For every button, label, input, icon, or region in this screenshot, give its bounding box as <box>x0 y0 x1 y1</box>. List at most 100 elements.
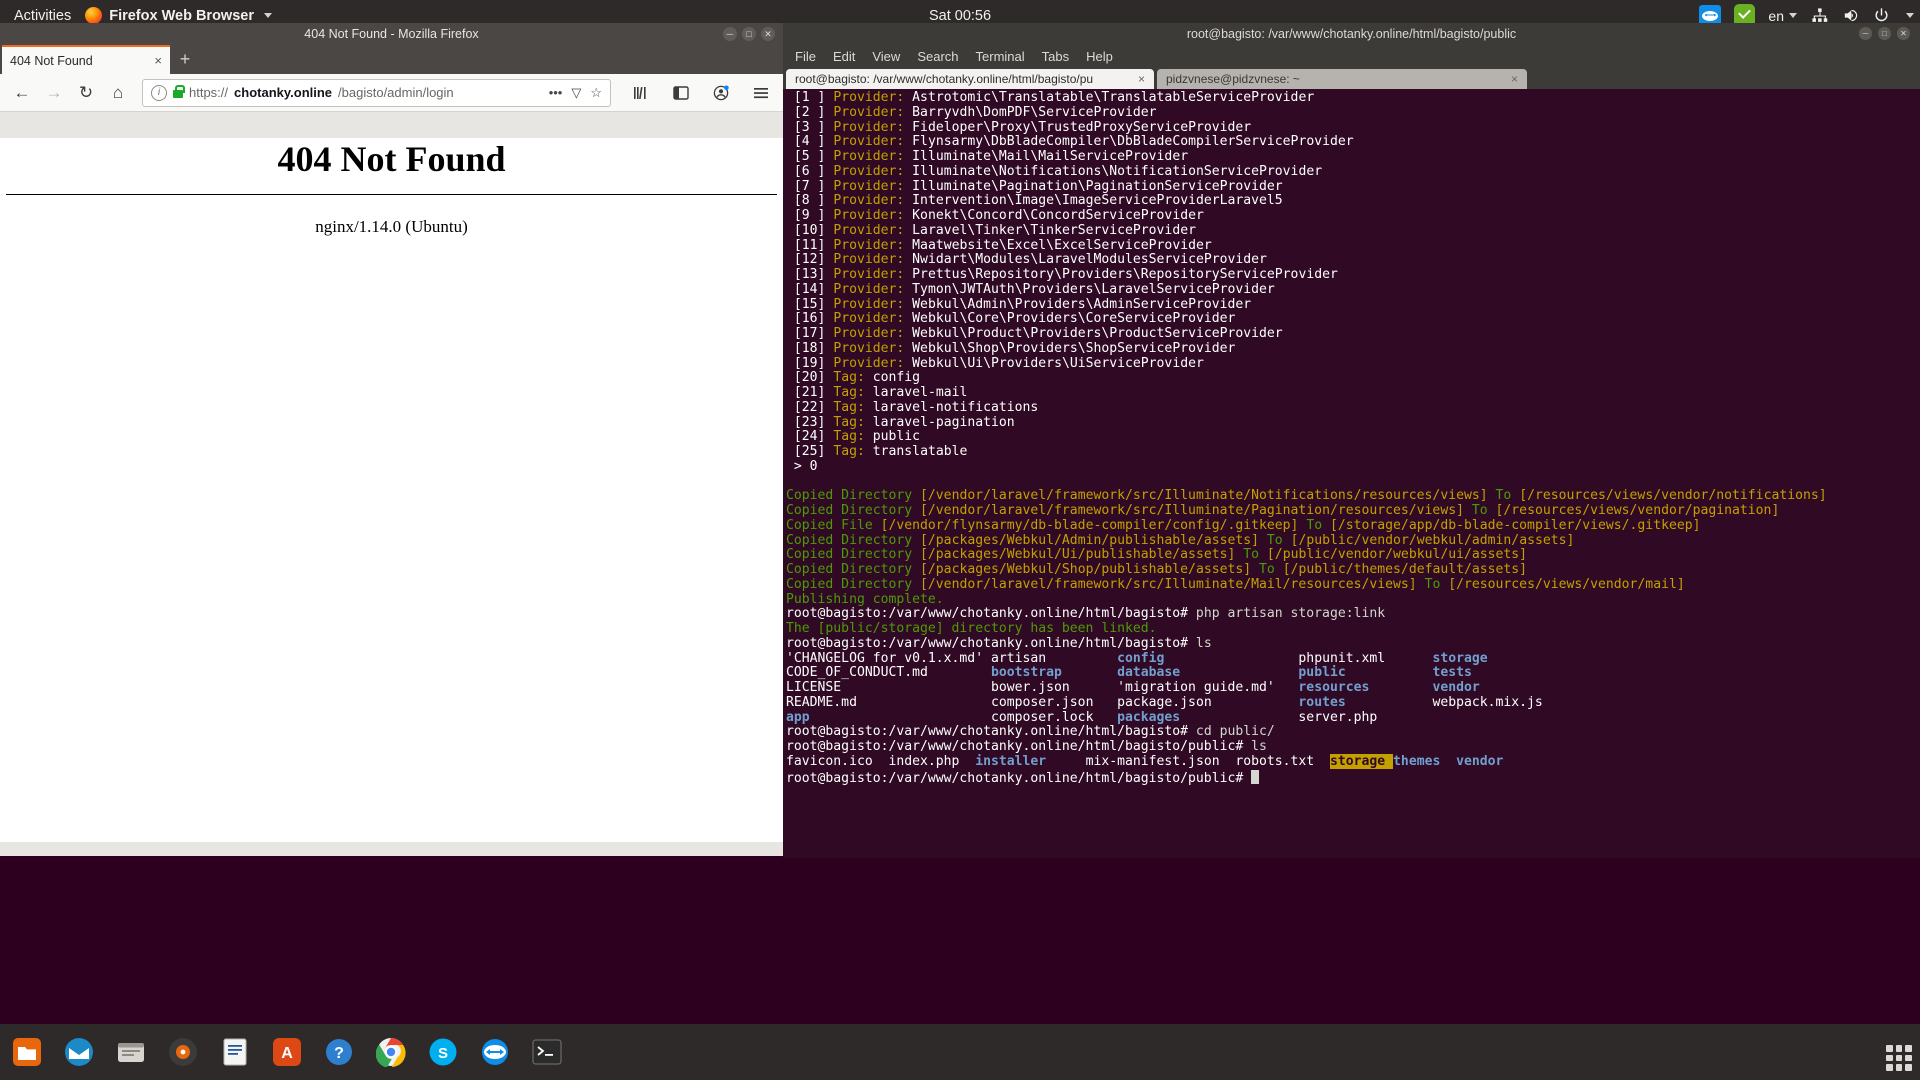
dock-item-thunderbird[interactable] <box>58 1031 100 1073</box>
reader-mode-icon[interactable]: ▽ <box>571 85 581 101</box>
maximize-button[interactable]: □ <box>742 27 756 41</box>
terminal-window-controls: ─ □ ✕ <box>1859 27 1910 40</box>
url-bar[interactable]: i https:// chotanky.online/bagisto/admin/… <box>142 78 611 107</box>
terminal-tab-pidzvnese[interactable]: pidzvnese@pidzvnese: ~ × <box>1157 69 1527 89</box>
menu-file[interactable]: File <box>795 49 816 64</box>
hamburger-menu-icon[interactable] <box>747 79 775 107</box>
minimize-button[interactable]: ─ <box>1859 27 1872 40</box>
terminal-command-line: root@bagisto:/var/www/chotanky.online/ht… <box>786 724 1275 740</box>
account-icon[interactable] <box>707 79 735 107</box>
terminal-provider-line: [8 ] Provider: Intervention\Image\ImageS… <box>793 193 1283 209</box>
power-icon[interactable] <box>1872 7 1890 25</box>
show-applications-icon[interactable] <box>1886 1045 1912 1071</box>
back-button[interactable]: ← <box>8 79 36 107</box>
page-title: 404 Not Found <box>277 139 506 179</box>
page-actions-icon[interactable]: ••• <box>549 85 563 100</box>
firefox-icon <box>85 7 103 24</box>
dock-item-ubuntu-software[interactable]: A <box>266 1031 308 1073</box>
terminal-copied-line: Copied Directory [/packages/Webkul/Admin… <box>786 532 1575 548</box>
terminal-tab-bagisto[interactable]: root@bagisto: /var/www/chotanky.online/h… <box>786 69 1154 89</box>
terminal-provider-line: [7 ] Provider: Illuminate\Pagination\Pag… <box>793 178 1283 194</box>
new-tab-button[interactable]: + <box>170 45 200 74</box>
dock-item-skype[interactable]: S <box>422 1031 464 1073</box>
url-path: /bagisto/admin/login <box>338 85 454 100</box>
terminal-provider-line: [18] Provider: Webkul\Shop\Providers\Sho… <box>793 340 1236 356</box>
terminal-command-line: root@bagisto:/var/www/chotanky.online/ht… <box>786 739 1267 754</box>
minimize-button[interactable]: ─ <box>723 27 737 41</box>
dock-item-files-nautilus[interactable] <box>6 1031 48 1073</box>
terminal-ls-row: README.md composer.json package.json rou… <box>786 694 1543 710</box>
home-button[interactable]: ⌂ <box>104 79 132 107</box>
network-icon[interactable] <box>1810 7 1828 25</box>
chevron-down-icon <box>1789 13 1797 18</box>
divider <box>6 194 777 195</box>
dock-item-terminal[interactable] <box>526 1031 568 1073</box>
terminal-tag-line: [22] Tag: laravel-notifications <box>793 399 1039 415</box>
bookmark-star-icon[interactable]: ☆ <box>590 85 602 101</box>
close-button[interactable]: ✕ <box>761 27 775 41</box>
terminal-copied-line: Copied File [/vendor/flynsarmy/db-blade-… <box>786 517 1701 533</box>
forward-button[interactable]: → <box>40 79 68 107</box>
maximize-button[interactable]: □ <box>1878 27 1891 40</box>
terminal-ls-row: CODE_OF_CONDUCT.md bootstrap database pu… <box>786 665 1543 681</box>
terminal-provider-line: [10] Provider: Laravel\Tinker\TinkerServ… <box>793 222 1196 238</box>
terminal-output[interactable]: [1 ] Provider: Astrotomic\Translatable\T… <box>783 89 1920 858</box>
terminal-copied-line: Copied Directory [/packages/Webkul/Shop/… <box>786 562 1528 577</box>
terminal-provider-line: [12] Provider: Nwidart\Modules\LaravelMo… <box>793 252 1267 268</box>
svg-text:S: S <box>438 1045 448 1062</box>
dock-item-rhythmbox[interactable] <box>162 1031 204 1073</box>
svg-text:?: ? <box>334 1045 344 1062</box>
firefox-tabbar: 404 Not Found × + <box>0 45 783 74</box>
terminal-provider-line: [3 ] Provider: Fideloper\Proxy\TrustedPr… <box>793 119 1252 135</box>
menu-search[interactable]: Search <box>917 49 958 64</box>
terminal-current-prompt: root@bagisto:/var/www/chotanky.online/ht… <box>786 769 1920 787</box>
clock[interactable]: Sat 00:56 <box>929 8 991 24</box>
firefox-window-controls: ─ □ ✕ <box>723 27 775 41</box>
dock-item-teamviewer[interactable] <box>474 1031 516 1073</box>
activities-button[interactable]: Activities <box>0 8 85 24</box>
server-signature: nginx/1.14.0 (Ubuntu) <box>315 217 468 236</box>
browser-tab-label: 404 Not Found <box>10 53 93 68</box>
browser-tab-404[interactable]: 404 Not Found × <box>2 45 170 74</box>
terminal-tag-line: [20] Tag: config <box>793 370 921 386</box>
page-info-icon[interactable]: i <box>151 84 167 101</box>
terminal-tab-label: pidzvnese@pidzvnese: ~ <box>1166 72 1300 86</box>
terminal-tabbar: root@bagisto: /var/www/chotanky.online/h… <box>783 67 1920 89</box>
reload-button[interactable]: ↻ <box>72 79 100 107</box>
dock-item-google-chrome[interactable] <box>370 1031 412 1073</box>
dock-item-libreoffice-writer[interactable] <box>214 1031 256 1073</box>
close-icon[interactable]: × <box>154 53 162 68</box>
menu-terminal[interactable]: Terminal <box>976 49 1025 64</box>
terminal-provider-line: [17] Provider: Webkul\Product\Providers\… <box>793 326 1283 341</box>
firefox-toolbar-right <box>621 79 775 107</box>
library-icon[interactable] <box>627 79 655 107</box>
close-button[interactable]: ✕ <box>1897 27 1910 40</box>
dock-item-file-manager[interactable] <box>110 1031 152 1073</box>
desktop: Activities Firefox Web Browser Sat 00:56… <box>0 0 1920 1080</box>
menu-help[interactable]: Help <box>1086 49 1113 64</box>
dock-item-help[interactable]: ? <box>318 1031 360 1073</box>
active-app-menu[interactable]: Firefox Web Browser <box>85 7 272 24</box>
terminal-provider-line: [6 ] Provider: Illuminate\Notifications\… <box>793 163 1323 179</box>
menu-edit[interactable]: Edit <box>833 49 855 64</box>
terminal-provider-line: [11] Provider: Maatwebsite\Excel\ExcelSe… <box>793 237 1212 253</box>
terminal-prompt-answer: > 0 <box>793 458 818 474</box>
terminal-provider-line: [1 ] Provider: Astrotomic\Translatable\T… <box>793 90 1315 105</box>
terminal-provider-line: [9 ] Provider: Konekt\Concord\ConcordSer… <box>793 208 1204 223</box>
menu-tabs[interactable]: Tabs <box>1042 49 1069 64</box>
close-icon[interactable]: × <box>1511 72 1518 86</box>
language-indicator[interactable]: en <box>1768 8 1797 24</box>
close-icon[interactable]: × <box>1138 72 1145 86</box>
terminal-command-line: root@bagisto:/var/www/chotanky.online/ht… <box>786 606 1386 622</box>
chevron-down-icon[interactable] <box>1906 13 1914 18</box>
firefox-titlebar: 404 Not Found - Mozilla Firefox ─ □ ✕ <box>0 23 783 45</box>
url-host: chotanky.online <box>234 85 333 100</box>
terminal-tag-line: [25] Tag: translatable <box>793 444 968 459</box>
terminal-copied-line: Copied Directory [/vendor/laravel/framew… <box>786 488 1827 504</box>
terminal-provider-line: [2 ] Provider: Barryvdh\DomPDF\ServicePr… <box>793 104 1157 120</box>
volume-icon[interactable] <box>1841 7 1859 25</box>
sidebar-icon[interactable] <box>667 79 695 107</box>
menu-view[interactable]: View <box>872 49 900 64</box>
terminal-storage-linked: The [public/storage] directory has been … <box>786 621 1157 636</box>
terminal-tab-label: root@bagisto: /var/www/chotanky.online/h… <box>795 72 1094 86</box>
